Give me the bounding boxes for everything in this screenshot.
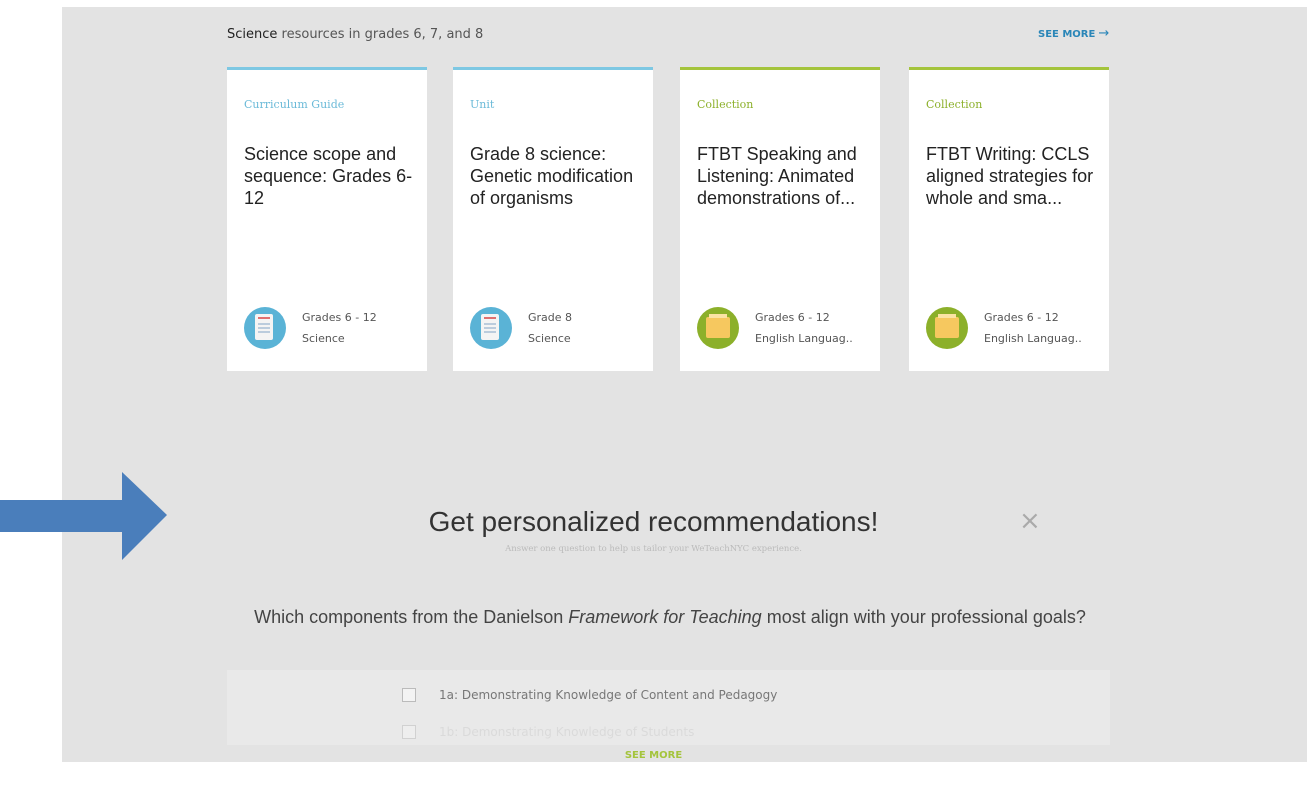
see-more-link[interactable]: SEE MORE → bbox=[1038, 26, 1109, 41]
resource-grades: Grades 6 - 12 bbox=[302, 311, 377, 324]
checkbox[interactable] bbox=[402, 725, 416, 739]
resource-title[interactable]: Science scope and sequence: Grades 6-12 bbox=[244, 143, 419, 209]
resource-type: Curriculum Guide bbox=[244, 98, 345, 111]
section-subject: Science bbox=[227, 27, 278, 42]
resource-grades: Grade 8 bbox=[528, 311, 573, 324]
checkbox[interactable] bbox=[402, 688, 416, 702]
resource-title[interactable]: Grade 8 science: Genetic modification of… bbox=[470, 143, 645, 209]
document-icon bbox=[244, 307, 286, 349]
see-more-label: SEE MORE bbox=[1038, 29, 1096, 40]
resource-type: Collection bbox=[697, 98, 754, 111]
document-icon bbox=[470, 307, 512, 349]
resource-type: Collection bbox=[926, 98, 983, 111]
section-header: Science resources in grades 6, 7, and 8 bbox=[227, 27, 483, 42]
resource-title[interactable]: FTBT Writing: CCLS aligned strategies fo… bbox=[926, 143, 1101, 209]
resource-type: Unit bbox=[470, 98, 495, 111]
question-text: Which components from the Danielson Fram… bbox=[230, 602, 1110, 632]
resource-card[interactable]: Collection FTBT Speaking and Listening: … bbox=[680, 67, 880, 371]
option-label: 1a: Demonstrating Knowledge of Content a… bbox=[439, 688, 778, 702]
resource-subject: English Languag.. bbox=[984, 332, 1082, 345]
option-item[interactable]: 1b: Demonstrating Knowledge of Students bbox=[402, 725, 694, 739]
see-more-options-button[interactable]: SEE MORE bbox=[0, 750, 1307, 761]
question-part: most align with your professional goals? bbox=[761, 607, 1086, 627]
framework-name: Framework for Teaching bbox=[568, 607, 762, 627]
folder-icon bbox=[926, 307, 968, 349]
folder-icon bbox=[697, 307, 739, 349]
resource-subject: English Languag.. bbox=[755, 332, 853, 345]
recommendations-title: Get personalized recommendations! bbox=[428, 506, 879, 537]
option-item[interactable]: 1a: Demonstrating Knowledge of Content a… bbox=[402, 688, 777, 702]
resource-grades: Grades 6 - 12 bbox=[755, 311, 830, 324]
resource-subject: Science bbox=[302, 332, 345, 345]
resource-card[interactable]: Collection FTBT Writing: CCLS aligned st… bbox=[909, 67, 1109, 371]
close-icon[interactable]: × bbox=[1019, 506, 1041, 536]
resource-card[interactable]: Unit Grade 8 science: Genetic modificati… bbox=[453, 67, 653, 371]
resource-title[interactable]: FTBT Speaking and Listening: Animated de… bbox=[697, 143, 872, 209]
arrow-right-icon: → bbox=[1098, 26, 1110, 41]
section-header-text: resources in grades 6, 7, and 8 bbox=[277, 27, 484, 42]
question-part: Which components from the Danielson bbox=[254, 607, 569, 627]
recommendations-subtitle: Answer one question to help us tailor yo… bbox=[505, 544, 802, 554]
resource-card[interactable]: Curriculum Guide Science scope and seque… bbox=[227, 67, 427, 371]
resource-grades: Grades 6 - 12 bbox=[984, 311, 1059, 324]
option-label: 1b: Demonstrating Knowledge of Students bbox=[439, 725, 695, 739]
options-list: 1a: Demonstrating Knowledge of Content a… bbox=[227, 670, 1110, 745]
resource-subject: Science bbox=[528, 332, 571, 345]
